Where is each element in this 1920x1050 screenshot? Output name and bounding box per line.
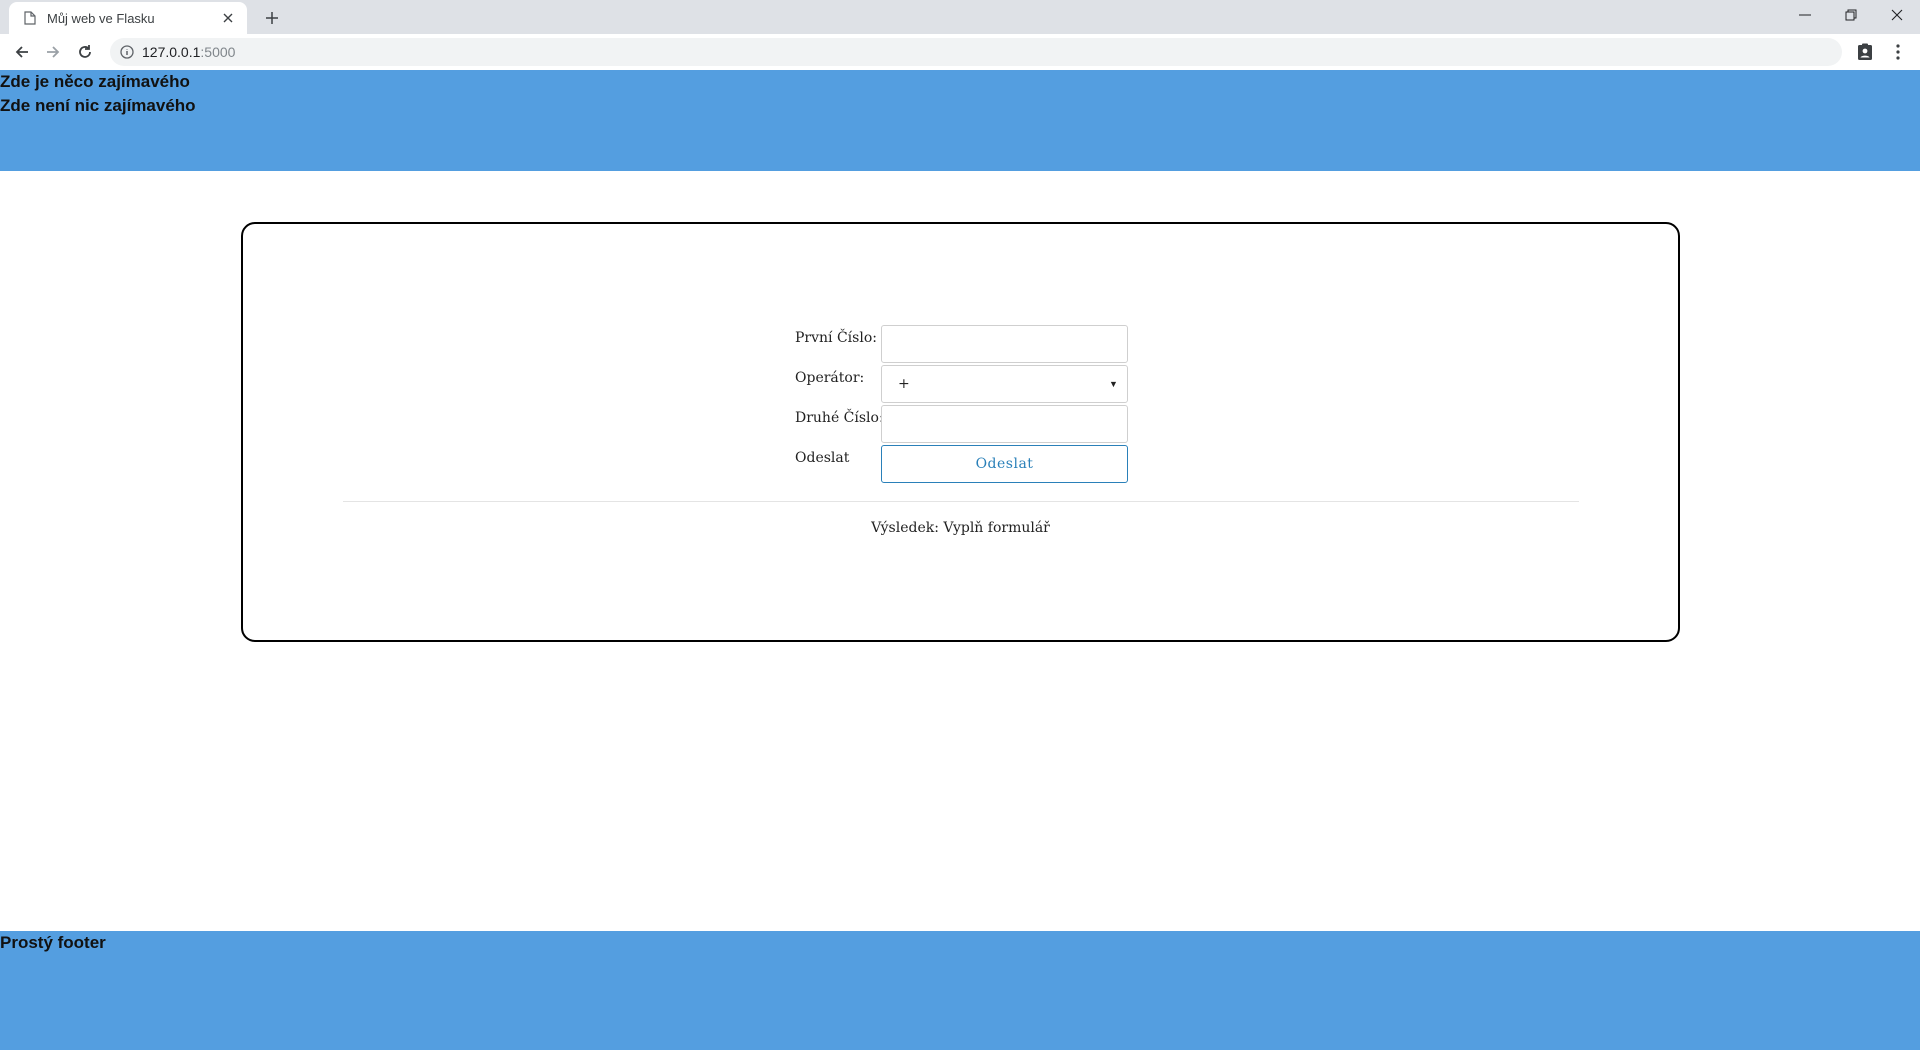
header-line-1: Zde je něco zajímavého xyxy=(0,72,190,91)
operator-row: Operátor: + ▼ xyxy=(795,365,1195,405)
restore-icon[interactable] xyxy=(1828,0,1874,30)
submit-row: Odeslat Odeslat xyxy=(795,445,1195,485)
back-arrow-icon[interactable] xyxy=(10,40,34,64)
footer-text: Prostý footer xyxy=(0,933,106,952)
reload-icon[interactable] xyxy=(73,40,97,64)
tab-title: Můj web ve Flasku xyxy=(47,10,155,26)
second-number-input[interactable] xyxy=(881,405,1128,443)
second-number-row: Druhé Číslo: xyxy=(795,405,1195,445)
result-text: Výsledek: Vyplň formulář xyxy=(871,520,1050,536)
browser-tabstrip: Můj web ve Flasku xyxy=(0,0,1920,34)
calculator-card: První Číslo: Operátor: + ▼ Druhé Číslo: … xyxy=(241,222,1680,642)
submit-label: Odeslat xyxy=(795,450,850,466)
info-icon[interactable] xyxy=(118,43,136,61)
url-host: 127.0.0.1 xyxy=(142,44,201,60)
forward-arrow-icon[interactable] xyxy=(41,40,65,64)
operator-value: + xyxy=(898,376,910,392)
url-port: :5000 xyxy=(200,44,236,60)
page-icon xyxy=(23,10,37,26)
submit-button[interactable]: Odeslat xyxy=(881,445,1128,483)
address-bar[interactable]: 127.0.0.1:5000 xyxy=(110,38,1842,66)
first-number-row: První Číslo: xyxy=(795,325,1195,365)
close-tab-icon[interactable] xyxy=(219,9,237,27)
operator-label: Operátor: xyxy=(795,370,865,386)
second-number-label: Druhé Číslo: xyxy=(795,410,884,426)
browser-tab[interactable]: Můj web ve Flasku xyxy=(9,2,247,34)
new-tab-icon[interactable] xyxy=(260,6,284,30)
operator-select[interactable]: + ▼ xyxy=(881,365,1128,403)
first-number-label: První Číslo: xyxy=(795,330,877,346)
dropdown-arrow-icon: ▼ xyxy=(1109,379,1118,389)
page-footer: Prostý footer xyxy=(0,931,1920,1050)
browser-toolbar: 127.0.0.1:5000 xyxy=(0,34,1920,70)
page-header: Zde je něco zajímavého Zde není nic zají… xyxy=(0,70,1920,171)
account-icon[interactable] xyxy=(1853,40,1877,64)
menu-dots-icon[interactable] xyxy=(1886,40,1910,64)
divider xyxy=(343,501,1579,502)
minimize-icon[interactable] xyxy=(1782,0,1828,30)
first-number-input[interactable] xyxy=(881,325,1128,363)
close-window-icon[interactable] xyxy=(1874,0,1920,30)
calculator-form: První Číslo: Operátor: + ▼ Druhé Číslo: … xyxy=(795,325,1195,485)
header-line-2: Zde není nic zajímavého xyxy=(0,96,196,115)
